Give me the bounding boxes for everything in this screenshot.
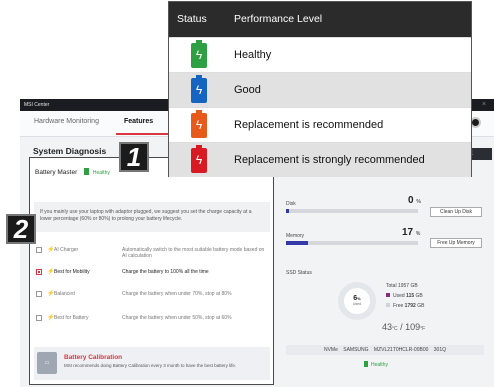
calibration-desc: MSI recommends doing Battery Calibration… xyxy=(64,363,237,368)
battery-calibration-card[interactable]: ▭ Battery Calibration MSI recommends doi… xyxy=(34,347,270,380)
legend-row-replace: ϟ Replacement is recommended xyxy=(169,107,471,142)
legend-label: Healthy xyxy=(234,49,272,61)
battery-charging-icon: ϟ xyxy=(191,40,207,68)
option-best-for-battery[interactable]: ⚡ Best for Battery Charge the battery wh… xyxy=(36,314,268,324)
ssd-health: Healthy xyxy=(364,361,388,368)
legend-row-good: ϟ Good xyxy=(169,72,471,107)
option-name: Best for Mobility xyxy=(54,269,90,275)
memory-usage-value: 17 % xyxy=(402,227,421,238)
battery-charging-icon: ϟ xyxy=(191,75,207,103)
memory-label: Memory xyxy=(286,233,305,239)
ssd-used: Used 115 GB xyxy=(386,293,423,299)
legend-label: Replacement is strongly recommended xyxy=(234,154,425,166)
legend-label: Good xyxy=(234,84,261,96)
disk-usage-value: 0 % xyxy=(408,195,421,206)
legend-row-healthy: ϟ Healthy xyxy=(169,37,471,72)
system-monitor-panel: Disk 0 % Clean Up Disk Memory 17 % Free … xyxy=(278,157,490,385)
header-performance-level: Performance Level xyxy=(234,13,323,25)
used-swatch xyxy=(386,293,390,297)
callout-2: 2 xyxy=(6,214,36,244)
ssd-temperature: 43°C / 109°F xyxy=(382,322,426,332)
ssd-free: Free 1792 GB xyxy=(386,303,424,309)
header-status: Status xyxy=(177,13,207,25)
clean-up-disk-button[interactable]: Clean Up Disk xyxy=(430,207,482,217)
battery-master-panel: Battery Master Healthy If you mainly use… xyxy=(29,157,274,385)
battery-calibration-icon: ▭ xyxy=(37,352,57,374)
callout-1: 1 xyxy=(119,142,149,172)
ssd-model: NVMe SAMSUNG MZVL21T0HCLR-00B00 301Q xyxy=(286,345,484,355)
legend-row-replace-strongly: ϟ Replacement is strongly recommended xyxy=(169,142,471,177)
ssd-health-icon xyxy=(364,361,368,367)
option-desc: Charge the battery to 100% all the time xyxy=(122,269,209,275)
tab-hardware-monitoring[interactable]: Hardware Monitoring xyxy=(34,118,99,125)
battery-master-label: Battery Master xyxy=(35,169,78,176)
checkbox[interactable] xyxy=(36,315,42,321)
active-tab-indicator xyxy=(116,133,168,135)
legend-header: Status Performance Level xyxy=(169,2,471,37)
battery-charging-icon: ϟ xyxy=(191,110,207,138)
ssd-total: Total 1957 GB xyxy=(386,283,418,289)
legend-label: Replacement is recommended xyxy=(234,119,384,131)
close-icon[interactable]: × xyxy=(482,101,486,108)
info-banner: If you mainly use your laptop with adapt… xyxy=(34,202,270,232)
free-up-memory-button[interactable]: Free Up Memory xyxy=(430,238,482,248)
ssd-percent: 6% xyxy=(353,295,361,302)
disk-usage-bar xyxy=(286,209,418,213)
battery-status: Healthy xyxy=(92,170,110,176)
checkbox[interactable] xyxy=(36,247,42,253)
battery-charging-icon: ϟ xyxy=(191,145,207,173)
free-swatch xyxy=(386,303,390,307)
option-desc: Automatically switch to the most suitabl… xyxy=(122,247,265,259)
option-desc: Charge the battery when under 70%, stop … xyxy=(122,291,232,297)
battery-status-legend: Status Performance Level ϟ Healthy ϟ Goo… xyxy=(168,1,472,177)
option-ai-charger[interactable]: ⚡ AI Charger Automatically switch to the… xyxy=(36,246,268,259)
disk-usage-fill xyxy=(286,209,289,213)
battery-healthy-icon xyxy=(84,168,90,175)
option-balanced[interactable]: ⚡ Balanced Charge the battery when under… xyxy=(36,290,268,300)
ssd-usage-donut: 6% Used xyxy=(338,282,376,320)
tab-features[interactable]: Features xyxy=(124,118,153,125)
option-best-for-mobility[interactable]: ⚡ Best for Mobility Charge the battery t… xyxy=(36,268,268,278)
disk-label: Disk xyxy=(286,201,296,207)
option-desc: Charge the battery when under 50%, stop … xyxy=(122,315,232,321)
checkbox[interactable] xyxy=(36,291,42,297)
battery-master-header: Battery Master Healthy xyxy=(35,168,110,176)
calibration-title: Battery Calibration xyxy=(64,354,123,361)
page-title: System Diagnosis xyxy=(33,146,107,156)
option-name: AI Charger xyxy=(54,247,79,253)
memory-usage-bar xyxy=(286,241,418,245)
ssd-donut-sub: Used xyxy=(352,302,362,306)
window-title: MSI Center xyxy=(24,102,50,108)
ssd-status-label: SSD Status xyxy=(286,270,312,276)
option-name: Balanced xyxy=(54,291,75,297)
option-name: Best for Battery xyxy=(54,315,89,321)
memory-usage-fill xyxy=(286,241,309,245)
radio-selected[interactable] xyxy=(36,269,42,275)
